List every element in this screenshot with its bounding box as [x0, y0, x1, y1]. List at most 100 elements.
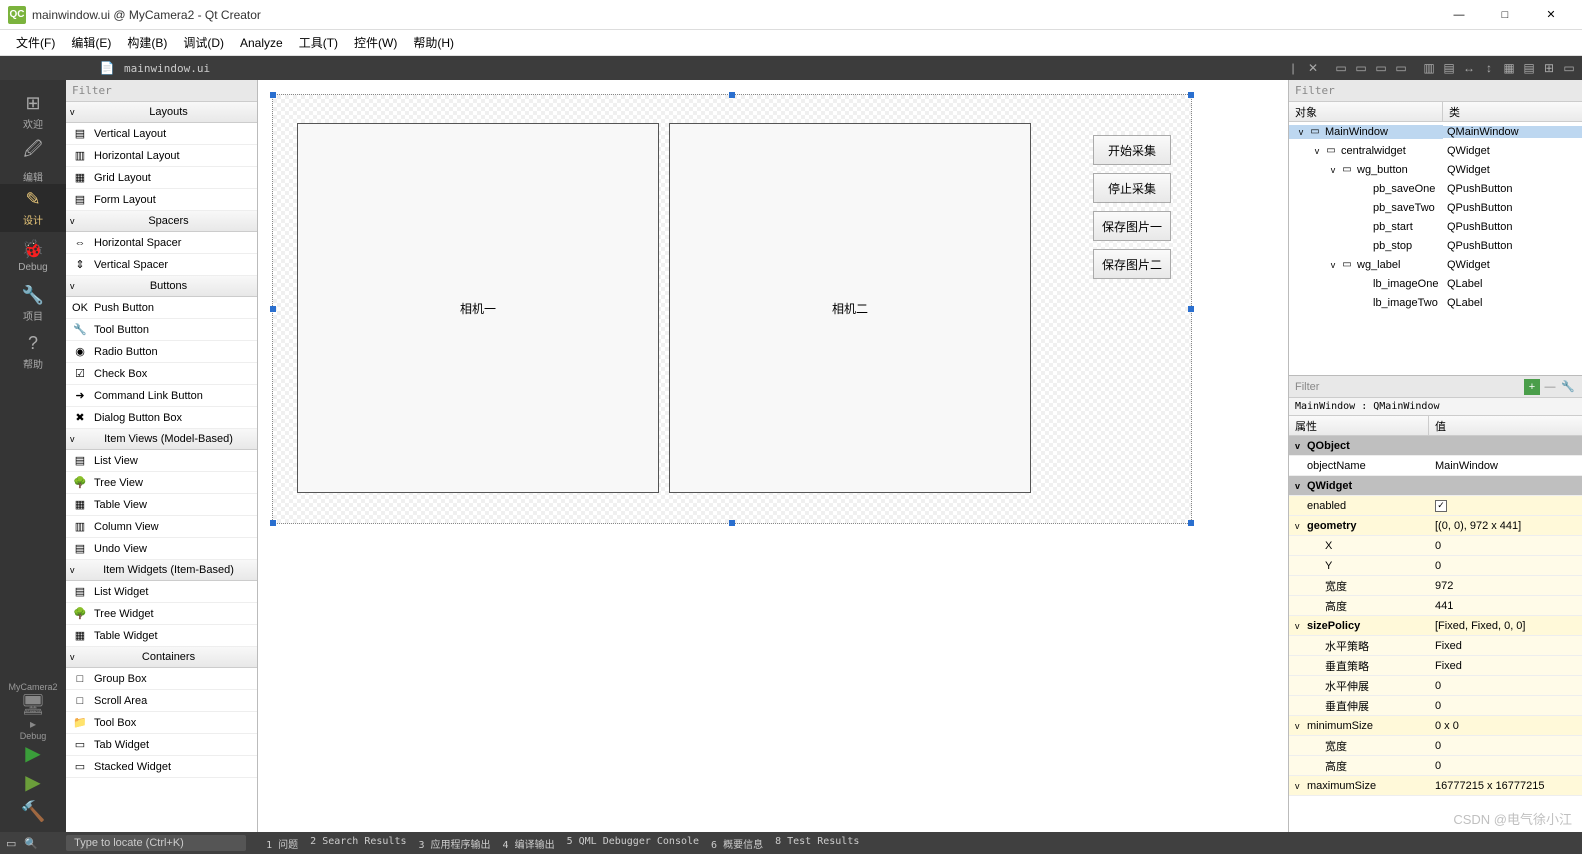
output-toggle-icon[interactable]: ▭ — [6, 837, 16, 850]
widget-item[interactable]: ▦Table Widget — [66, 625, 257, 647]
prop-row-X[interactable]: X0 — [1289, 536, 1582, 556]
widget-category[interactable]: vItem Views (Model-Based) — [66, 429, 257, 450]
widget-item[interactable]: ▭Stacked Widget — [66, 756, 257, 778]
menu-7[interactable]: 帮助(H) — [405, 34, 462, 51]
object-row-MainWindow[interactable]: v▭MainWindowQMainWindow — [1289, 122, 1582, 141]
status-pane-4[interactable]: 5 QML Debugger Console — [567, 836, 699, 851]
object-row-pb_saveOne[interactable]: pb_saveOneQPushButton — [1289, 179, 1582, 198]
widget-item[interactable]: ⇕Vertical Spacer — [66, 254, 257, 276]
widget-item[interactable]: 🌳Tree Widget — [66, 603, 257, 625]
status-pane-0[interactable]: 1 问题 — [266, 836, 298, 851]
objtree-header-object[interactable]: 对象 — [1289, 102, 1443, 121]
adjust-size-icon[interactable]: ▭ — [1560, 59, 1578, 77]
status-pane-6[interactable]: 8 Test Results — [775, 836, 859, 851]
object-row-wg_button[interactable]: v▭wg_buttonQWidget — [1289, 160, 1582, 179]
widget-item[interactable]: ⇔Horizontal Spacer — [66, 232, 257, 254]
label-camera-two[interactable]: 相机二 — [669, 123, 1031, 493]
status-pane-5[interactable]: 6 概要信息 — [711, 836, 763, 851]
prop-header-name[interactable]: 属性 — [1289, 416, 1429, 435]
widget-item[interactable]: ▤Undo View — [66, 538, 257, 560]
prop-row-水平伸展[interactable]: 水平伸展0 — [1289, 676, 1582, 696]
menu-0[interactable]: 文件(F) — [8, 34, 63, 51]
widget-category[interactable]: vItem Widgets (Item-Based) — [66, 560, 257, 581]
status-pane-1[interactable]: 2 Search Results — [310, 836, 406, 851]
object-row-lb_imageTwo[interactable]: lb_imageTwoQLabel — [1289, 293, 1582, 312]
widget-item[interactable]: ▭Tab Widget — [66, 734, 257, 756]
menu-6[interactable]: 控件(W) — [346, 34, 405, 51]
widget-category[interactable]: vContainers — [66, 647, 257, 668]
edit-signals-icon[interactable]: ▭ — [1352, 59, 1370, 77]
status-pane-2[interactable]: 3 应用程序输出 — [418, 836, 490, 851]
open-file-tab[interactable]: mainwindow.ui — [116, 62, 218, 75]
build-config[interactable]: Debug — [20, 731, 47, 741]
mode-项目[interactable]: 🔧项目 — [0, 280, 66, 328]
layout-grid-icon[interactable]: ▦ — [1500, 59, 1518, 77]
object-row-centralwidget[interactable]: v▭centralwidgetQWidget — [1289, 141, 1582, 160]
run-button[interactable]: ▶ — [25, 741, 40, 766]
mode-Debug[interactable]: 🐞Debug — [0, 232, 66, 280]
widget-item[interactable]: ▤Form Layout — [66, 189, 257, 211]
widget-item[interactable]: ◉Radio Button — [66, 341, 257, 363]
prop-row-Y[interactable]: Y0 — [1289, 556, 1582, 576]
add-property-icon[interactable]: + — [1524, 379, 1540, 395]
prop-row-maximumSize[interactable]: vmaximumSize16777215 x 16777215 — [1289, 776, 1582, 796]
build-button[interactable]: 🔨 — [21, 799, 46, 824]
object-row-pb_start[interactable]: pb_startQPushButton — [1289, 217, 1582, 236]
object-row-wg_label[interactable]: v▭wg_labelQWidget — [1289, 255, 1582, 274]
widget-item[interactable]: ▦Table View — [66, 494, 257, 516]
design-canvas[interactable]: 相机一 相机二 开始采集 停止采集 保存图片一 保存图片二 — [258, 80, 1288, 832]
menu-5[interactable]: 工具(T) — [291, 34, 346, 51]
mode-设计[interactable]: ✎设计 — [0, 184, 66, 232]
widget-item[interactable]: ▤List View — [66, 450, 257, 472]
locator-input[interactable]: Type to locate (Ctrl+K) — [66, 835, 246, 851]
widget-category[interactable]: vLayouts — [66, 102, 257, 123]
prop-row-水平策略[interactable]: 水平策略Fixed — [1289, 636, 1582, 656]
widget-category[interactable]: vSpacers — [66, 211, 257, 232]
prop-row-objectName[interactable]: objectNameMainWindow — [1289, 456, 1582, 476]
mode-帮助[interactable]: ?帮助 — [0, 328, 66, 376]
project-selector[interactable]: MyCamera2 — [8, 682, 57, 692]
widget-item[interactable]: □Scroll Area — [66, 690, 257, 712]
prop-row-垂直伸展[interactable]: 垂直伸展0 — [1289, 696, 1582, 716]
form-mainwindow[interactable]: 相机一 相机二 开始采集 停止采集 保存图片一 保存图片二 — [272, 94, 1192, 524]
prop-row-QWidget[interactable]: vQWidget — [1289, 476, 1582, 496]
widget-item[interactable]: ▥Horizontal Layout — [66, 145, 257, 167]
edit-taborder-icon[interactable]: ▭ — [1392, 59, 1410, 77]
layout-form-icon[interactable]: ▤ — [1520, 59, 1538, 77]
menu-1[interactable]: 编辑(E) — [63, 34, 119, 51]
layout-h-icon[interactable]: ▥ — [1420, 59, 1438, 77]
prop-header-value[interactable]: 值 — [1429, 416, 1582, 435]
widget-item[interactable]: 📁Tool Box — [66, 712, 257, 734]
menu-3[interactable]: 调试(D) — [175, 34, 232, 51]
prop-filter[interactable]: Filter + — 🔧 — [1289, 376, 1582, 398]
button-save-one[interactable]: 保存图片一 — [1093, 211, 1171, 241]
minimize-button[interactable]: — — [1436, 0, 1482, 30]
close-button[interactable]: ✕ — [1528, 0, 1574, 30]
prop-row-宽度[interactable]: 宽度972 — [1289, 576, 1582, 596]
layout-vs-icon[interactable]: ↕ — [1480, 59, 1498, 77]
maximize-button[interactable]: □ — [1482, 0, 1528, 30]
prop-row-sizePolicy[interactable]: vsizePolicy[Fixed, Fixed, 0, 0] — [1289, 616, 1582, 636]
prop-row-QObject[interactable]: vQObject — [1289, 436, 1582, 456]
edit-buddies-icon[interactable]: ▭ — [1372, 59, 1390, 77]
prop-config-icon[interactable]: 🔧 — [1560, 379, 1576, 395]
menu-2[interactable]: 构建(B) — [119, 34, 175, 51]
objtree-header-class[interactable]: 类 — [1443, 102, 1582, 121]
label-camera-one[interactable]: 相机一 — [297, 123, 659, 493]
object-row-pb_stop[interactable]: pb_stopQPushButton — [1289, 236, 1582, 255]
widget-item[interactable]: 🌳Tree View — [66, 472, 257, 494]
widget-item[interactable]: ▤Vertical Layout — [66, 123, 257, 145]
prop-row-高度[interactable]: 高度441 — [1289, 596, 1582, 616]
status-pane-3[interactable]: 4 编译输出 — [503, 836, 555, 851]
remove-property-icon[interactable]: — — [1542, 379, 1558, 395]
close-doc-icon[interactable]: ✕ — [1304, 59, 1322, 77]
layout-hs-icon[interactable]: ↔ — [1460, 59, 1478, 77]
prop-row-垂直策略[interactable]: 垂直策略Fixed — [1289, 656, 1582, 676]
kit-selector-icon[interactable]: 🖥 — [20, 692, 45, 717]
widget-item[interactable]: ✖Dialog Button Box — [66, 407, 257, 429]
mode-欢迎[interactable]: ⊞欢迎 — [0, 88, 66, 136]
prop-row-enabled[interactable]: enabled✓ — [1289, 496, 1582, 516]
widgetbox-filter[interactable]: Filter — [66, 80, 257, 102]
widget-item[interactable]: ▤List Widget — [66, 581, 257, 603]
prop-row-高度[interactable]: 高度0 — [1289, 756, 1582, 776]
